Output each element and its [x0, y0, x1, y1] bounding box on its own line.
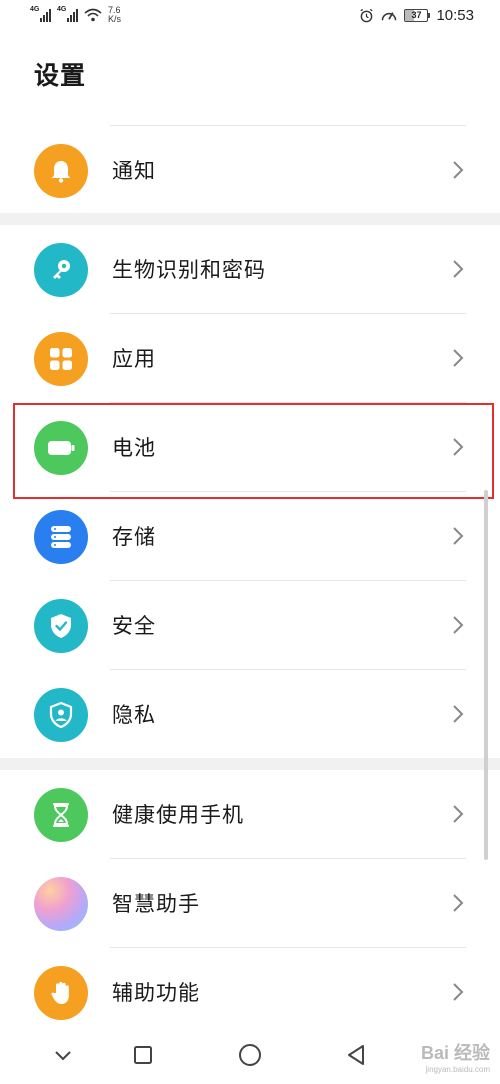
settings-item-label: 智慧助手 — [112, 892, 200, 916]
recents-button[interactable] — [130, 1042, 156, 1068]
settings-item-security[interactable]: 安全 — [0, 582, 500, 670]
chevron-right-icon — [453, 983, 464, 1001]
highlight-box — [13, 403, 494, 499]
page-title: 设置 — [34, 61, 87, 90]
chevron-right-icon — [453, 616, 464, 634]
signal-sim2-icon: 4G — [57, 6, 78, 22]
performance-icon — [382, 12, 397, 21]
settings-item-biometrics[interactable]: 生物识别和密码 — [0, 226, 500, 314]
signal-sim1-icon: 4G — [30, 6, 51, 22]
settings-item-label: 存储 — [112, 525, 156, 549]
settings-item-notifications[interactable]: 通知 — [0, 127, 500, 215]
settings-item-label: 应用 — [112, 347, 156, 371]
privacy-icon — [34, 688, 88, 742]
settings-item-label: 辅助功能 — [112, 981, 200, 1005]
chevron-right-icon — [453, 527, 464, 545]
battery-status-icon: 37 — [404, 9, 431, 22]
chevron-right-icon — [453, 894, 464, 912]
status-bar: 4G 4G 7.6 K/s 37 10:53 — [0, 0, 500, 36]
divider — [110, 947, 466, 948]
divider — [110, 580, 466, 581]
wifi-icon — [84, 8, 102, 22]
scrollbar[interactable] — [484, 490, 488, 860]
chevron-right-icon — [453, 349, 464, 367]
divider — [110, 858, 466, 859]
assistant-icon — [34, 877, 88, 931]
apps-grid-icon — [34, 332, 88, 386]
settings-item-label: 安全 — [112, 614, 156, 638]
back-button[interactable] — [343, 1042, 369, 1068]
alarm-icon — [360, 8, 373, 23]
square-icon — [134, 1046, 152, 1064]
clock: 10:53 — [436, 7, 474, 24]
divider — [110, 669, 466, 670]
hand-icon — [34, 966, 88, 1020]
chevron-down-icon — [55, 1051, 71, 1061]
watermark: Bai 经验 jingyan.baidu.com — [420, 1043, 490, 1074]
settings-item-digital-balance[interactable]: 健康使用手机 — [0, 771, 500, 859]
chevron-right-icon — [453, 161, 464, 179]
section-gap — [0, 213, 500, 225]
hourglass-icon — [34, 788, 88, 842]
settings-item-apps[interactable]: 应用 — [0, 315, 500, 403]
settings-item-label: 健康使用手机 — [112, 803, 244, 827]
circle-icon — [239, 1044, 261, 1066]
settings-item-label: 隐私 — [112, 703, 156, 727]
home-button[interactable] — [237, 1042, 263, 1068]
storage-icon — [34, 510, 88, 564]
network-speed: 7.6 K/s — [108, 5, 122, 24]
chevron-right-icon — [453, 260, 464, 278]
shield-check-icon — [34, 599, 88, 653]
divider — [110, 125, 466, 126]
chevron-right-icon — [453, 805, 464, 823]
settings-item-smart-assistant[interactable]: 智慧助手 — [0, 860, 500, 948]
bell-icon — [34, 144, 88, 198]
settings-item-label: 通知 — [112, 159, 156, 183]
hide-navbar-button[interactable] — [50, 1042, 76, 1068]
key-icon — [34, 243, 88, 297]
chevron-right-icon — [453, 705, 464, 723]
divider — [110, 313, 466, 314]
navigation-bar: Bai 经验 jingyan.baidu.com — [0, 1024, 500, 1084]
settings-item-storage[interactable]: 存储 — [0, 493, 500, 581]
triangle-back-icon — [348, 1045, 364, 1065]
section-gap — [0, 758, 500, 770]
settings-item-label: 生物识别和密码 — [112, 258, 266, 282]
settings-item-privacy[interactable]: 隐私 — [0, 671, 500, 759]
